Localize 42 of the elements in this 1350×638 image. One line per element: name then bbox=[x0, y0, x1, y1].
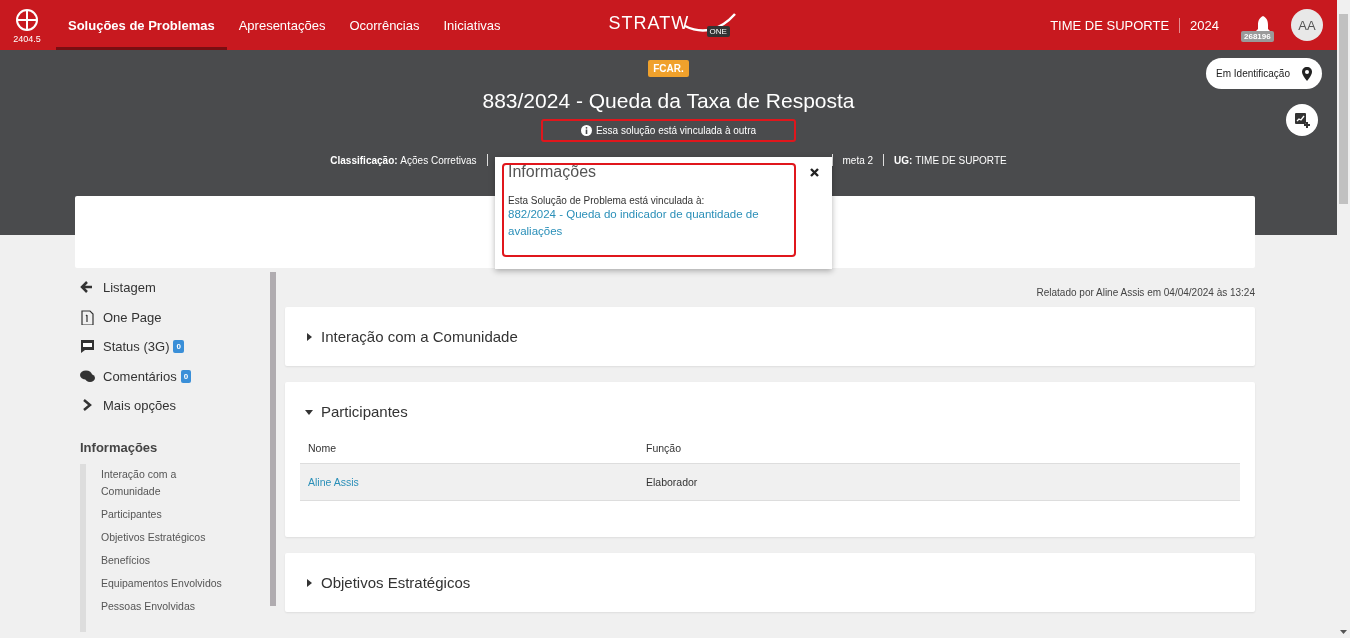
popover-text: Esta Solução de Problema está vinculada à: bbox=[508, 195, 706, 206]
section-link[interactable]: Pessoas Envolvidas bbox=[101, 597, 270, 615]
popover-title: Informações bbox=[508, 163, 597, 181]
panel-header[interactable]: Participantes bbox=[285, 382, 1255, 441]
section-link[interactable]: Objetivos Estratégicos bbox=[101, 528, 270, 546]
brand-logo: STRATW bbox=[608, 12, 690, 34]
panel-header[interactable]: Interação com a Comunidade bbox=[285, 307, 1255, 366]
avatar[interactable]: AA bbox=[1291, 9, 1323, 41]
sidebar-item[interactable]: Status (3G) 0 bbox=[80, 332, 270, 362]
linked-notice[interactable]: Essa solução está vinculada à outra bbox=[540, 119, 797, 142]
status-button[interactable]: Em Identificação bbox=[1206, 58, 1322, 89]
sidebar-item[interactable]: One Page bbox=[80, 302, 270, 332]
linked-solution-link[interactable]: 882/2024 - Queda do indicador de quantidade de avaliações bbox=[508, 206, 778, 240]
reported-by-text: Relatado por Aline Assis em 04/04/2024 às 13:24 bbox=[1035, 287, 1255, 298]
table-cell-text: Elaborador bbox=[645, 476, 699, 488]
section-heading: Informações bbox=[80, 439, 159, 455]
category-tag: FCAR. bbox=[648, 60, 689, 77]
section-link[interactable]: Equipamentos Envolvidos bbox=[101, 574, 270, 592]
notification-count: 268196 bbox=[1241, 31, 1274, 42]
nav-tab[interactable]: Iniciativas bbox=[431, 3, 513, 50]
sidebar-item[interactable]: Comentários 0 bbox=[80, 361, 270, 391]
year-label[interactable]: 2024 bbox=[1180, 17, 1229, 33]
meta-item: meta 2 bbox=[842, 154, 874, 166]
section-link[interactable]: Interação com a Comunidade bbox=[101, 465, 211, 500]
sidebar-item[interactable]: Mais opções bbox=[80, 391, 270, 421]
section-link[interactable]: Participantes bbox=[101, 505, 270, 523]
team-label[interactable]: TIME DE SUPORTE bbox=[1050, 17, 1181, 33]
brand-badge: ONE bbox=[706, 26, 730, 37]
meta-item: UG: TIME DE SUPORTE bbox=[894, 154, 1007, 166]
section-link[interactable]: Benefícios bbox=[101, 551, 270, 569]
column-header: Nome bbox=[307, 442, 337, 454]
meta-item: Classificação: Ações Corretivas bbox=[330, 154, 477, 166]
count-badge: 0 bbox=[173, 340, 184, 354]
version-label: 2404.5 bbox=[13, 33, 41, 44]
panel-header[interactable]: Objetivos Estratégicos bbox=[285, 553, 1255, 612]
nav-tab[interactable]: Apresentações bbox=[226, 3, 338, 50]
count-badge: 0 bbox=[180, 369, 192, 383]
sidebar-item[interactable]: Listagem bbox=[80, 273, 270, 303]
nav-tab[interactable]: Ocorrências bbox=[337, 3, 432, 50]
column-header: Função bbox=[645, 442, 683, 454]
notice-text: Essa solução está vinculada à outra bbox=[595, 125, 757, 136]
page-title: 883/2024 - Queda da Taxa de Resposta bbox=[482, 89, 855, 113]
